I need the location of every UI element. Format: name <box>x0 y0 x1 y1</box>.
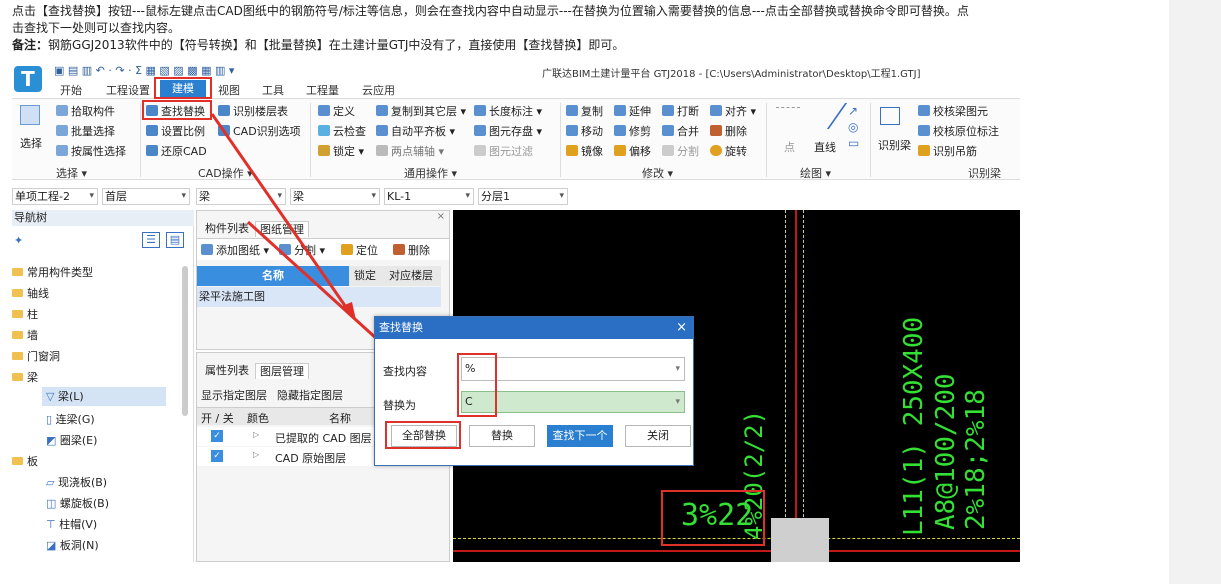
document-text: 点击【查找替换】按钮---鼠标左键点击CAD图纸中的钢筋符号/标注等信息，则会在… <box>12 3 1162 54</box>
note-label: 备注： <box>12 38 49 52</box>
replace-button[interactable]: 替换 <box>469 425 535 447</box>
highlight-box-inputs <box>457 353 497 417</box>
annotation-arrows <box>210 113 450 406</box>
close-button[interactable]: 关闭 <box>625 425 691 447</box>
find-replace-dialog: 查找替换 × 查找内容 % ▾ 替换为 C ▾ 全部替换 替换 查找下一个 关闭 <box>374 316 694 466</box>
arrow-to-dialog <box>210 113 350 311</box>
page-right-gutter <box>1169 0 1221 584</box>
app-window: T ▣ ▤ ▥ ↶ · ↷ · Σ ▦ ▧ ▨ ▩ ▦ ▥ ▾ 广联达BIM土建… <box>12 62 1020 562</box>
replace-label: 替换为 <box>383 399 416 412</box>
find-next-button[interactable]: 查找下一个 <box>547 425 613 447</box>
note-text: 钢筋GGJ2013软件中的【符号转换】和【批量替换】在土建计量GTJ中没有了，直… <box>48 38 625 52</box>
close-icon[interactable]: × <box>676 320 687 335</box>
dialog-title: 查找替换 <box>375 317 693 339</box>
highlight-box-replace-all <box>385 421 461 449</box>
find-label: 查找内容 <box>383 365 427 378</box>
doc-line-2: 击查找下一处则可以查找内容。 <box>12 21 181 35</box>
doc-note: 备注：钢筋GGJ2013软件中的【符号转换】和【批量替换】在土建计量GTJ中没有… <box>12 37 1162 54</box>
doc-line-1: 点击【查找替换】按钮---鼠标左键点击CAD图纸中的钢筋符号/标注等信息，则会在… <box>12 4 969 18</box>
